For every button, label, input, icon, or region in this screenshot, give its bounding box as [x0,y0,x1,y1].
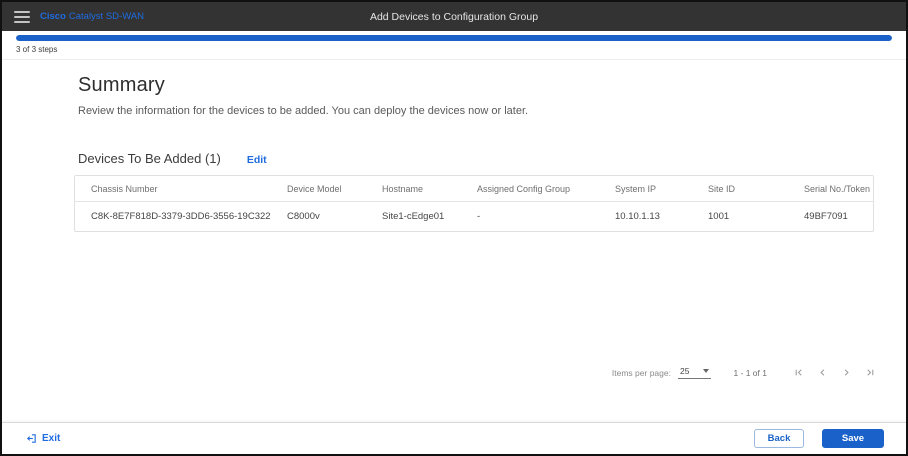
cell-chassis-number: C8K-8E7F818D-3379-3DD6-3556-19C322680AA5 [75,202,271,231]
next-page-icon[interactable] [841,367,852,378]
devices-section-header: Devices To Be Added (1) Edit [78,151,906,166]
devices-section-title: Devices To Be Added (1) [78,151,221,166]
table-header-row: Chassis Number Device Model Hostname Ass… [75,176,873,202]
cell-system-ip: 10.10.1.13 [599,202,692,231]
progress-fill [16,35,892,41]
cell-assigned-config-group: - [461,202,599,231]
steps-label: 3 of 3 steps [16,45,892,54]
cell-serial-token: 49BF7091 [788,202,873,231]
col-site-id: Site ID [692,176,788,202]
footer-actions: Back Save [754,429,884,448]
col-device-model: Device Model [271,176,366,202]
col-chassis-number: Chassis Number [75,176,271,202]
items-per-page-value: 25 [680,366,689,376]
summary-description: Review the information for the devices t… [78,105,906,117]
prev-page-icon[interactable] [817,367,828,378]
summary-heading: Summary [78,74,906,97]
col-serial-token: Serial No./Token [788,176,873,202]
chevron-down-icon [703,369,709,373]
progress-bar [16,35,892,41]
last-page-icon[interactable] [865,367,876,378]
pager-controls [793,367,876,378]
exit-button[interactable]: Exit [26,433,60,444]
app-bar: CiscoCatalyst SD-WAN Add Devices to Conf… [2,2,906,31]
brand-rest: Catalyst SD-WAN [69,11,144,22]
cell-device-model: C8000v [271,202,366,231]
items-per-page-label: Items per page: [612,368,671,378]
exit-label: Exit [42,433,60,444]
exit-icon [26,433,37,444]
footer-bar: Exit Back Save [2,422,906,454]
main-content: Summary Review the information for the d… [2,56,906,232]
col-assigned-config-group: Assigned Config Group [461,176,599,202]
menu-icon[interactable] [14,11,30,23]
back-button[interactable]: Back [754,429,804,448]
first-page-icon[interactable] [793,367,804,378]
items-per-page-select[interactable]: 25 [678,366,711,379]
page-range-label: 1 - 1 of 1 [733,368,767,378]
cell-site-id: 1001 [692,202,788,231]
cell-hostname: Site1-cEdge01 [366,202,461,231]
add-devices-page: CiscoCatalyst SD-WAN Add Devices to Conf… [0,0,908,456]
brand-link[interactable]: CiscoCatalyst SD-WAN [40,11,144,22]
col-hostname: Hostname [366,176,461,202]
edit-link[interactable]: Edit [247,154,267,166]
brand-bold: Cisco [40,11,66,22]
pagination-bar: Items per page: 25 1 - 1 of 1 [612,366,876,379]
save-button[interactable]: Save [822,429,884,448]
table-row: C8K-8E7F818D-3379-3DD6-3556-19C322680AA5… [75,202,873,231]
col-system-ip: System IP [599,176,692,202]
devices-table: Chassis Number Device Model Hostname Ass… [74,175,874,232]
